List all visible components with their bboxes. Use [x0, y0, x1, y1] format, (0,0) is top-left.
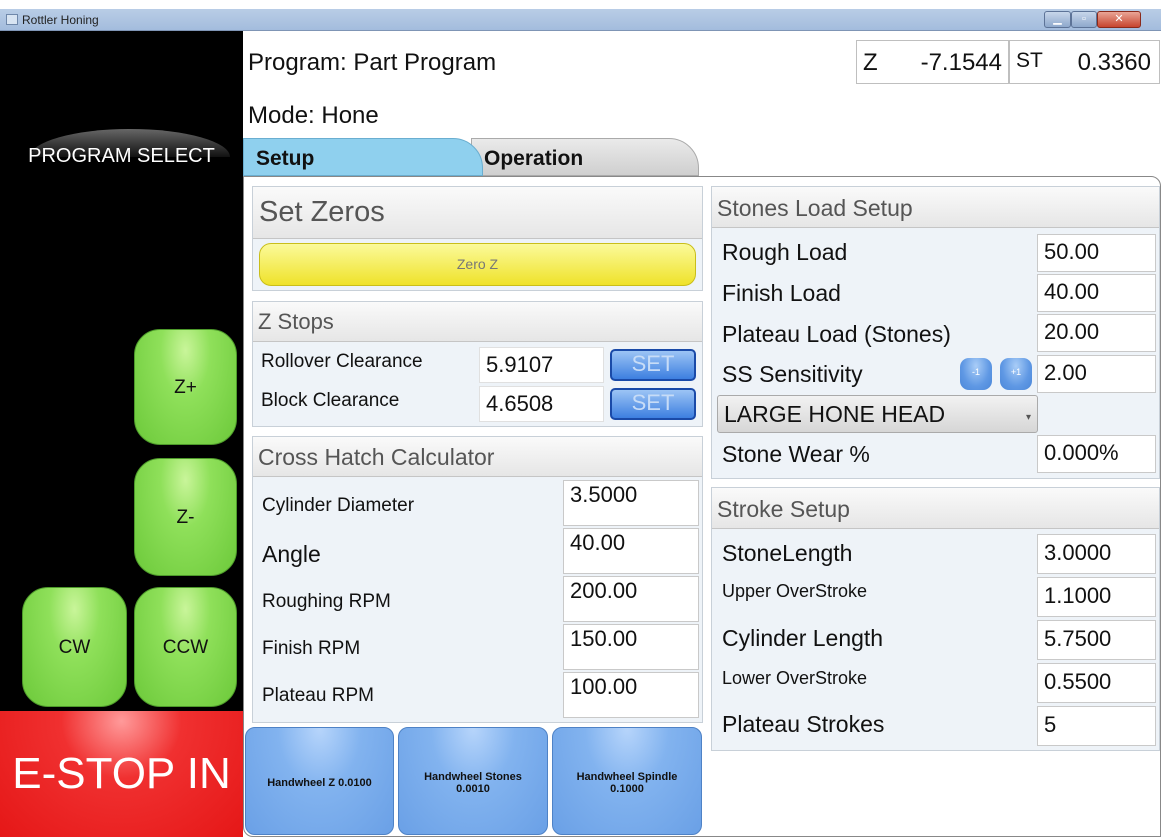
plateau-rpm-label: Plateau RPM [262, 685, 374, 706]
z-axis-value: -7.1544 [920, 49, 1002, 76]
tab-setup[interactable]: Setup [243, 138, 483, 176]
upper-overstroke-label: Upper OverStroke [722, 581, 868, 601]
stones-load-panel: Stones Load Setup Rough Load 50.00 Finis… [711, 186, 1160, 479]
chevron-down-icon: ▾ [1025, 412, 1031, 423]
app-window: Rottler Honing ▁ ▫ ✕ PROGRAM SELECT Z+ Z… [0, 0, 1161, 837]
finish-rpm-label: Finish RPM [262, 638, 361, 659]
stone-length-field[interactable]: 3.0000 [1037, 534, 1156, 574]
block-set-button[interactable]: SET [610, 388, 696, 420]
z-stops-title: Z Stops [253, 302, 702, 342]
stroke-setup-title: Stroke Setup [712, 488, 1159, 529]
program-select-button[interactable]: PROGRAM SELECT [0, 145, 243, 168]
window-title: Rottler Honing [22, 13, 99, 27]
app-icon [6, 14, 18, 25]
mode-label: Mode: Hone [248, 102, 379, 129]
plateau-load-field[interactable]: 20.00 [1037, 314, 1156, 352]
rollover-clearance-field[interactable]: 5.9107 [479, 347, 604, 383]
cw-button[interactable]: CW [22, 587, 127, 707]
plateau-strokes-label: Plateau Strokes [722, 711, 885, 737]
minimize-button[interactable]: ▁ [1044, 11, 1071, 28]
cylinder-diameter-label: Cylinder Diameter [262, 495, 415, 516]
lower-overstroke-field[interactable]: 0.5500 [1037, 663, 1156, 703]
program-label: Program: Part Program [248, 49, 497, 76]
ss-sensitivity-field[interactable]: 2.00 [1037, 355, 1156, 393]
st-value: 0.3360 [1077, 49, 1151, 76]
ss-increase-button[interactable]: +1 [1000, 358, 1032, 390]
handwheel-spindle-button[interactable]: Handwheel Spindle 0.1000 [552, 727, 702, 835]
finish-rpm-field[interactable]: 150.00 [563, 624, 699, 670]
stone-wear-field: 0.000% [1037, 435, 1156, 473]
cross-hatch-panel: Cross Hatch Calculator Cylinder Diameter… [252, 436, 703, 723]
plateau-rpm-field[interactable]: 100.00 [563, 672, 699, 718]
ss-sensitivity-label: SS Sensitivity [722, 361, 863, 387]
plateau-strokes-field[interactable]: 5 [1037, 706, 1156, 746]
roughing-rpm-field[interactable]: 200.00 [563, 576, 699, 622]
rollover-clearance-label: Rollover Clearance [261, 351, 423, 372]
set-zeros-title: Set Zeros [253, 187, 702, 239]
cross-hatch-title: Cross Hatch Calculator [253, 437, 702, 477]
set-zeros-panel: Set Zeros Zero Z [252, 186, 703, 291]
hone-head-dropdown[interactable]: LARGE HONE HEAD ▾ [717, 395, 1038, 433]
z-position-readout: Z -7.1544 [856, 40, 1009, 84]
stone-wear-label: Stone Wear % [722, 441, 870, 467]
lower-overstroke-label: Lower OverStroke [722, 668, 868, 688]
z-axis-label: Z [863, 49, 878, 76]
finish-load-field[interactable]: 40.00 [1037, 274, 1156, 312]
cylinder-length-field[interactable]: 5.7500 [1037, 620, 1156, 660]
cylinder-diameter-field[interactable]: 3.5000 [563, 480, 699, 526]
rough-load-field[interactable]: 50.00 [1037, 234, 1156, 272]
upper-overstroke-field[interactable]: 1.1000 [1037, 577, 1156, 617]
stone-length-label: StoneLength [722, 540, 853, 566]
close-button[interactable]: ✕ [1097, 11, 1141, 28]
roughing-rpm-label: Roughing RPM [262, 591, 391, 612]
title-bar: Rottler Honing ▁ ▫ ✕ [0, 9, 1161, 31]
angle-field[interactable]: 40.00 [563, 528, 699, 574]
block-clearance-label: Block Clearance [261, 390, 400, 411]
cylinder-length-label: Cylinder Length [722, 625, 884, 651]
rough-load-label: Rough Load [722, 239, 848, 265]
maximize-button[interactable]: ▫ [1071, 11, 1097, 28]
stones-load-title: Stones Load Setup [712, 187, 1159, 228]
block-clearance-field[interactable]: 4.6508 [479, 386, 604, 422]
stroke-setup-panel: Stroke Setup StoneLength 3.0000 Upper Ov… [711, 487, 1160, 751]
z-plus-button[interactable]: Z+ [134, 329, 237, 445]
rollover-set-button[interactable]: SET [610, 349, 696, 381]
angle-label: Angle [262, 541, 321, 567]
tab-operation[interactable]: Operation [471, 138, 699, 176]
ss-decrease-button[interactable]: -1 [960, 358, 992, 390]
stone-position-readout: ST 0.3360 [1009, 40, 1160, 84]
finish-load-label: Finish Load [722, 280, 841, 306]
estop-button[interactable]: E-STOP IN [0, 711, 243, 837]
plateau-load-label: Plateau Load (Stones) [722, 321, 951, 347]
hone-head-selected: LARGE HONE HEAD [724, 401, 946, 427]
handwheel-z-button[interactable]: Handwheel Z 0.0100 [245, 727, 394, 835]
ccw-button[interactable]: CCW [134, 587, 237, 707]
z-stops-panel: Z Stops Rollover Clearance 5.9107 SET Bl… [252, 301, 703, 427]
z-minus-button[interactable]: Z- [134, 458, 237, 576]
handwheel-stones-button[interactable]: Handwheel Stones 0.0010 [398, 727, 548, 835]
st-label: ST [1016, 49, 1043, 72]
zero-z-button[interactable]: Zero Z [259, 243, 696, 286]
